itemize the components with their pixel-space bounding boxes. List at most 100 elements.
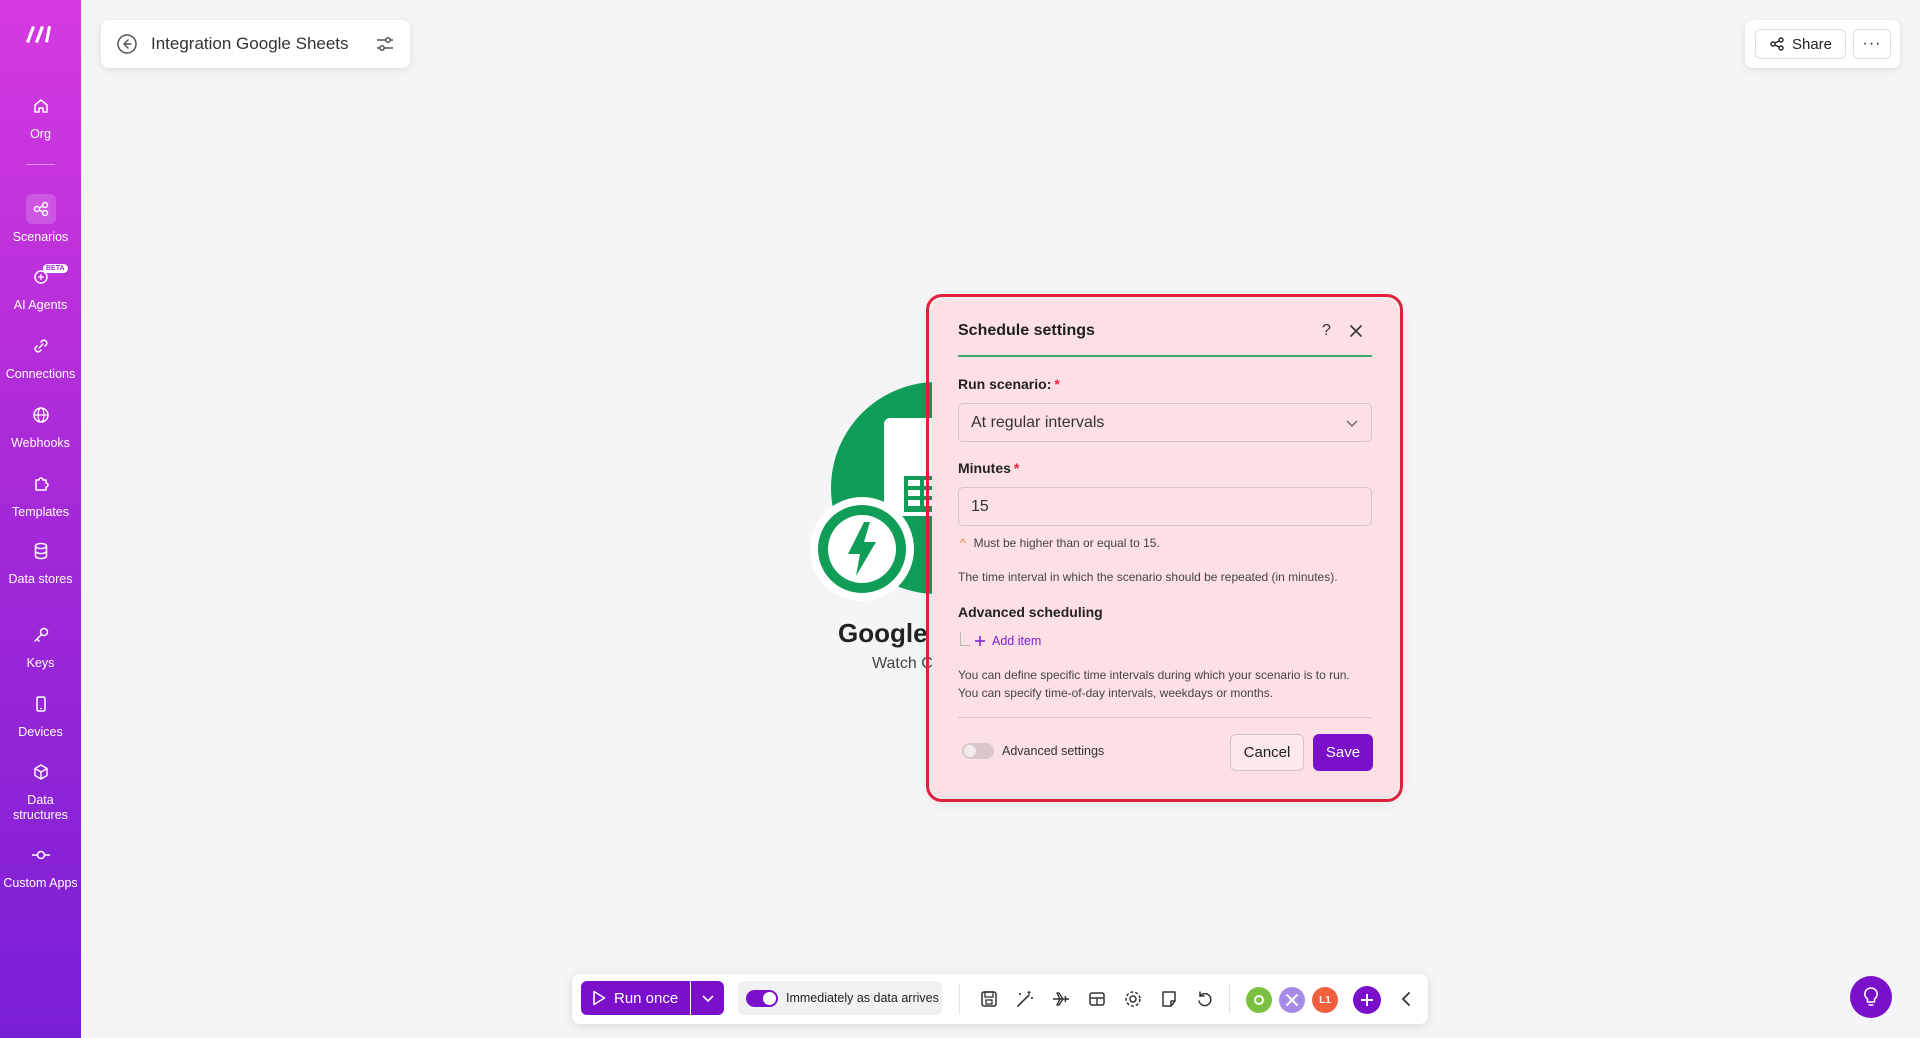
note-icon[interactable] — [1158, 988, 1180, 1010]
sidebar-item-webhooks[interactable]: Webhooks — [0, 400, 81, 451]
schedule-toggle[interactable] — [746, 989, 778, 1007]
globe-icon — [26, 400, 56, 430]
sidebar-item-label: Data stores — [8, 572, 73, 586]
app-icon-l1[interactable]: L1 — [1312, 987, 1338, 1013]
sidebar-item-keys[interactable]: Keys — [0, 620, 81, 671]
sidebar-item-scenarios[interactable]: Scenarios — [0, 194, 81, 245]
lightning-bolt-icon — [848, 522, 876, 576]
module-subtitle: Watch Cl — [872, 655, 932, 672]
home-icon — [26, 91, 56, 121]
sidebar-item-templates[interactable]: Templates — [0, 469, 81, 520]
dialog-header-rule — [958, 355, 1372, 357]
plus-icon — [1361, 994, 1373, 1006]
airplane-icon[interactable] — [1050, 988, 1072, 1010]
sidebar-item-custom-apps[interactable]: Custom Apps — [0, 840, 81, 891]
sidebar-item-connections[interactable]: Connections — [0, 331, 81, 382]
minutes-label-text: Minutes — [958, 460, 1011, 476]
more-options-button[interactable]: ··· — [1853, 29, 1891, 59]
sidebar-item-data-stores[interactable]: Data stores — [0, 536, 81, 587]
add-item-label: Add item — [992, 634, 1042, 648]
save-icon[interactable] — [978, 988, 1000, 1010]
toolbar-divider — [1229, 984, 1230, 1014]
run-scenario-label: Run scenario: * — [958, 376, 1060, 392]
sidebar-item-label: Keys — [26, 656, 55, 670]
run-scenario-select[interactable]: At regular intervals — [958, 403, 1372, 442]
beta-badge: BETA — [43, 264, 68, 273]
plus-icon — [975, 636, 985, 646]
sidebar-item-label: Custom Apps — [3, 876, 78, 890]
puzzle-icon — [26, 469, 56, 499]
make-logo-icon[interactable] — [22, 18, 58, 48]
sidebar-divider — [26, 164, 55, 165]
top-actions: Share ··· — [1745, 20, 1900, 68]
run-scenario-value: At regular intervals — [971, 413, 1105, 431]
commit-icon — [26, 840, 56, 870]
sidebar-item-label: Data structures — [13, 793, 68, 822]
minutes-input[interactable]: 15 — [958, 487, 1372, 526]
add-item-button[interactable]: Add item — [974, 634, 1041, 648]
run-scenario-label-text: Run scenario: — [958, 376, 1052, 392]
minutes-validation: ^ Must be higher than or equal to 15. — [960, 536, 1160, 550]
schedule-toggle-group[interactable]: Immediately as data arrives — [738, 981, 942, 1015]
sidebar-item-devices[interactable]: Devices — [0, 689, 81, 740]
run-once-button[interactable]: Run once — [581, 981, 690, 1015]
undo-icon[interactable] — [1194, 988, 1216, 1010]
schedule-settings-dialog: Schedule settings ? Run scenario: * At re… — [932, 300, 1398, 796]
database-icon — [26, 536, 56, 566]
run-once-label: Run once — [614, 989, 679, 1007]
share-nodes-icon — [25, 194, 56, 224]
chevron-down-icon — [701, 995, 714, 1003]
help-icon[interactable]: ? — [1322, 322, 1331, 340]
sidebar-item-label: Org — [30, 127, 51, 141]
cancel-button[interactable]: Cancel — [1230, 734, 1304, 771]
play-icon — [593, 990, 606, 1006]
sidebar-item-label: Scenarios — [12, 230, 69, 244]
dialog-footer-divider — [958, 717, 1372, 718]
link-icon — [26, 331, 56, 361]
module-title: Google S — [838, 618, 928, 648]
scenario-name[interactable]: Integration Google Sheets — [151, 34, 374, 54]
toolbar-divider — [959, 984, 960, 1014]
sidebar-item-ai-agents[interactable]: AI Agents — [0, 262, 81, 313]
advanced-scheduling-label: Advanced scheduling — [958, 604, 1103, 620]
key-icon — [26, 620, 56, 650]
phone-icon — [26, 689, 56, 719]
app-icon-tools[interactable] — [1279, 987, 1305, 1013]
close-icon[interactable] — [1349, 324, 1363, 338]
caret-up-icon: ^ — [960, 536, 966, 550]
cube-icon — [26, 757, 56, 787]
chevron-down-icon — [1346, 420, 1358, 427]
share-label: Share — [1791, 35, 1833, 53]
app-icon-green[interactable] — [1246, 987, 1272, 1013]
share-button[interactable]: Share — [1755, 29, 1846, 59]
advanced-settings-label: Advanced settings — [1002, 744, 1105, 758]
tools-icon — [1286, 994, 1298, 1006]
sidebar-item-data-structures[interactable]: Data structures — [0, 757, 81, 823]
minutes-value: 15 — [971, 497, 989, 515]
add-module-button[interactable] — [1353, 986, 1381, 1014]
magic-wand-icon[interactable] — [1014, 988, 1036, 1010]
advanced-scheduling-help: You can define specific time intervals d… — [958, 668, 1350, 700]
chevron-left-icon[interactable] — [1396, 989, 1416, 1009]
sidebar-item-label: Webhooks — [11, 436, 70, 450]
save-button[interactable]: Save — [1313, 734, 1373, 771]
flower-icon — [1254, 995, 1264, 1005]
validation-text: Must be higher than or equal to 15. — [973, 536, 1160, 550]
sidebar-item-org[interactable]: Org — [0, 91, 81, 142]
back-icon[interactable] — [115, 32, 139, 56]
dialog-title: Schedule settings — [958, 322, 1095, 339]
schedule-label: Immediately as data arrives — [786, 991, 939, 1005]
sidebar: Org Scenarios AI Agents BETA Connections… — [0, 0, 81, 1038]
layout-icon[interactable] — [1086, 988, 1108, 1010]
lightbulb-icon — [1864, 987, 1878, 1006]
settings-sliders-icon[interactable] — [374, 33, 396, 55]
sidebar-item-label: Devices — [18, 725, 63, 739]
run-options-dropdown[interactable] — [691, 981, 724, 1015]
scenario-title-card: Integration Google Sheets — [101, 20, 410, 68]
bottom-toolbar: Run once Immediately as data arrives L1 — [572, 974, 1428, 1024]
tips-button[interactable] — [1850, 976, 1892, 1018]
gear-icon[interactable] — [1122, 988, 1144, 1010]
required-mark: * — [1013, 460, 1020, 476]
advanced-settings-toggle[interactable] — [962, 743, 994, 759]
sidebar-item-label: Connections — [5, 367, 76, 381]
